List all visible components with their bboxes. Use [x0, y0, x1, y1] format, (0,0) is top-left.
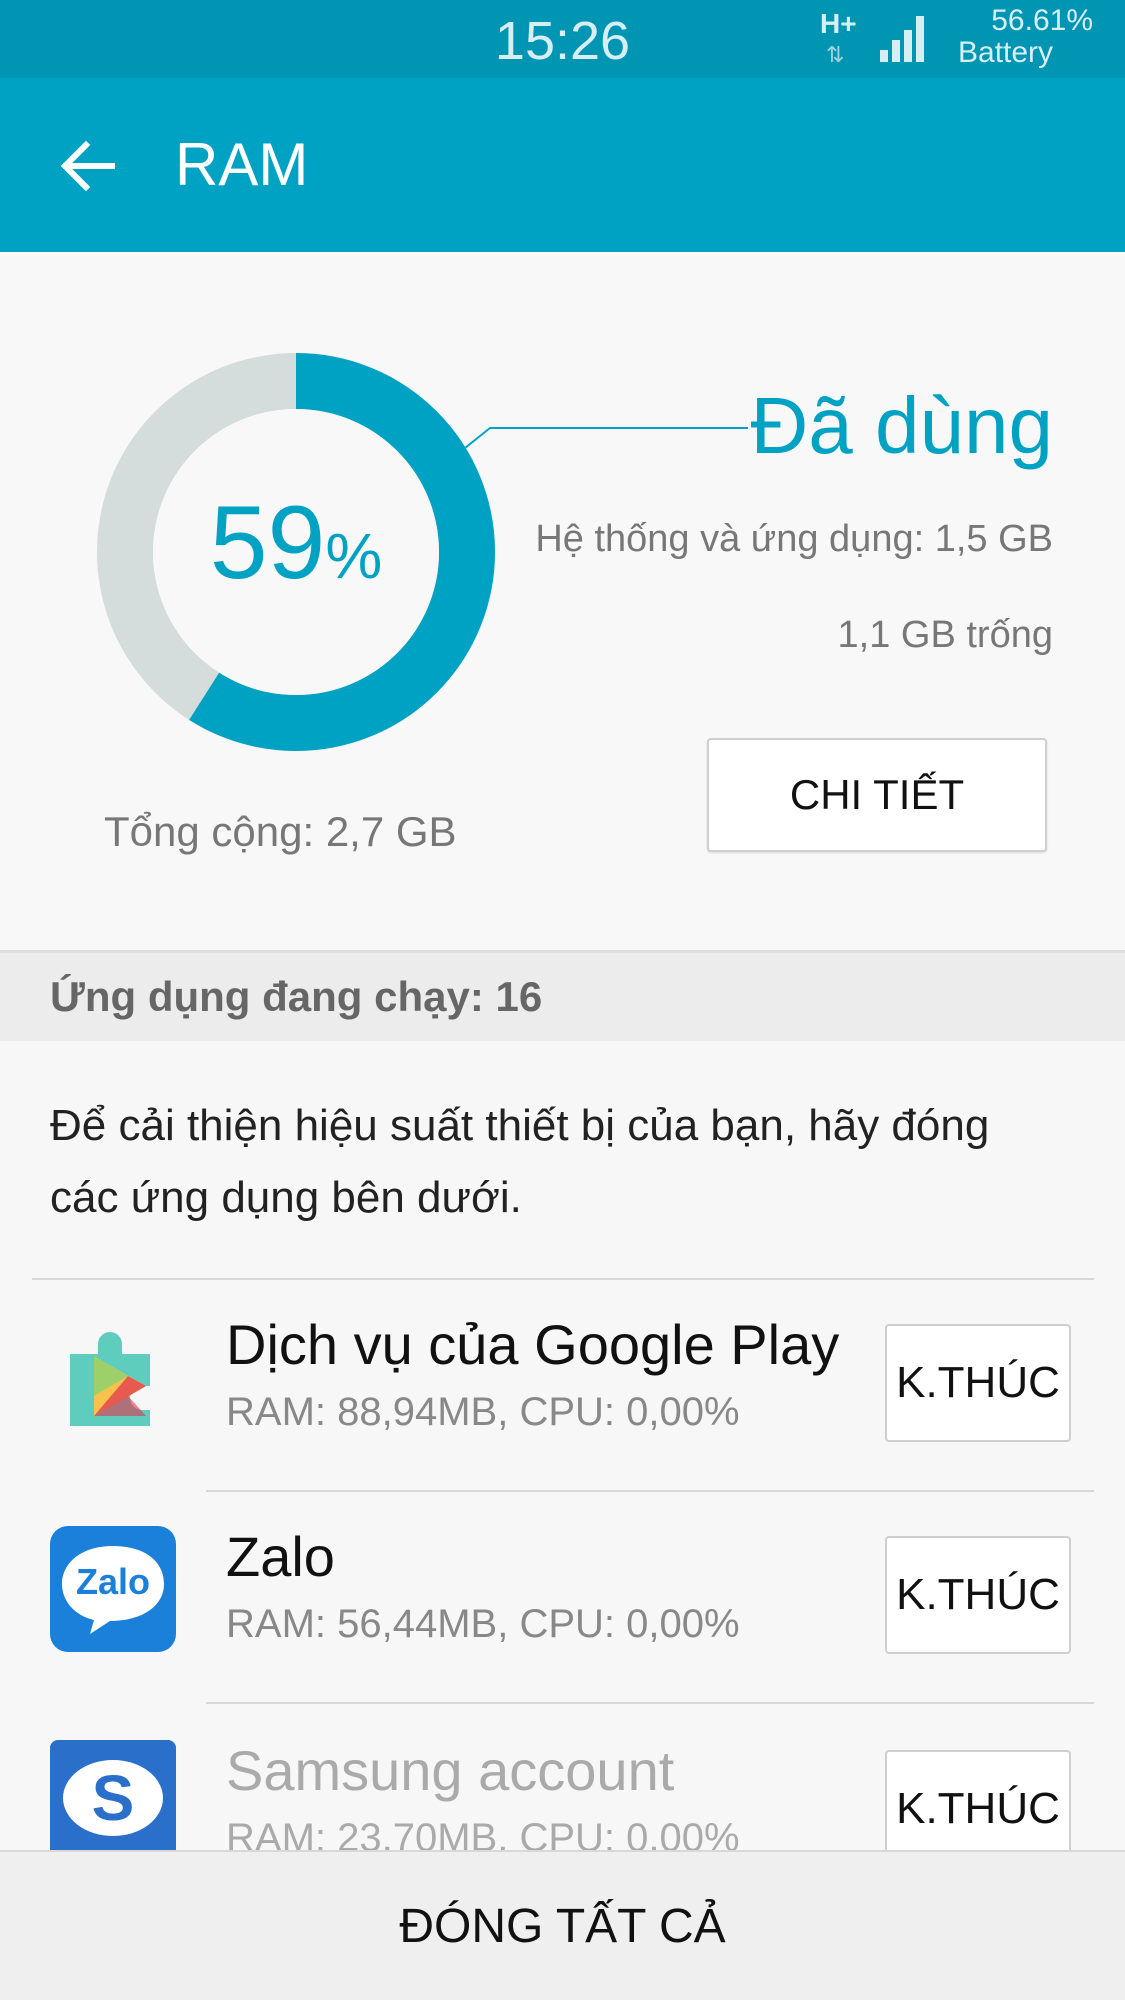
signal-strength-icon: [880, 16, 924, 62]
app-stats: RAM: 88,94MB, CPU: 0,00%: [226, 1390, 740, 1434]
total-memory: Tổng cộng: 2,7 GB: [104, 808, 457, 855]
google-play-services-icon: [70, 1332, 150, 1426]
percent-symbol: %: [325, 520, 383, 592]
divider: [32, 1278, 1094, 1280]
app-name: Samsung account: [226, 1739, 675, 1802]
close-all-button[interactable]: ĐÓNG TẤT CẢ: [0, 1850, 1125, 2000]
end-app-button[interactable]: K.THÚC: [885, 1536, 1071, 1654]
battery-label: Battery: [958, 36, 1054, 69]
end-app-button[interactable]: K.THÚC: [885, 1324, 1071, 1442]
arrow-left-icon: [60, 140, 115, 192]
page-title: RAM: [175, 131, 309, 198]
battery-percent: 56.61%: [991, 4, 1093, 37]
status-bar: 15:26 H+ ⇅ 56.61% Battery: [0, 0, 1125, 78]
system-apps-usage: Hệ thống và ứng dụng: 1,5 GB: [535, 518, 1053, 560]
network-type-indicator: H+: [820, 8, 857, 39]
percent-value: 59: [209, 485, 326, 601]
app-stats: RAM: 56,44MB, CPU: 0,00%: [226, 1602, 740, 1646]
free-memory: 1,1 GB trống: [837, 614, 1053, 656]
samsung-account-icon: S: [50, 1740, 176, 1866]
zalo-icon: Zalo: [50, 1526, 176, 1652]
running-apps-header: Ứng dụng đang chạy: 16: [0, 953, 1125, 1041]
running-apps-count: Ứng dụng đang chạy: 16: [50, 973, 543, 1020]
zalo-icon-text: Zalo: [76, 1561, 150, 1602]
performance-hint: Để cải thiện hiệu suất thiết bị của bạn,…: [50, 1101, 990, 1222]
status-time: 15:26: [494, 11, 631, 71]
app-name: Dịch vụ của Google Play: [226, 1313, 840, 1376]
divider: [206, 1490, 1094, 1492]
app-row-google-play-services: Dịch vụ của Google Play RAM: 88,94MB, CP…: [0, 1284, 1125, 1496]
used-title: Đã dùng: [750, 381, 1053, 470]
detail-button[interactable]: CHI TIẾT: [707, 738, 1047, 852]
app-name: Zalo: [226, 1525, 335, 1588]
app-row-zalo: Zalo Zalo RAM: 56,44MB, CPU: 0,00% K.THÚ…: [0, 1496, 1125, 1708]
back-button[interactable]: [52, 130, 124, 202]
data-activity-icon: ⇅: [826, 42, 845, 67]
ram-usage-percent: 59%: [96, 484, 496, 603]
divider: [206, 1702, 1094, 1704]
samsung-account-icon-text: S: [92, 1762, 135, 1834]
app-bar: RAM: [0, 78, 1125, 252]
ram-summary: 59% Đã dùng Hệ thống và ứng dụng: 1,5 GB…: [0, 252, 1125, 952]
